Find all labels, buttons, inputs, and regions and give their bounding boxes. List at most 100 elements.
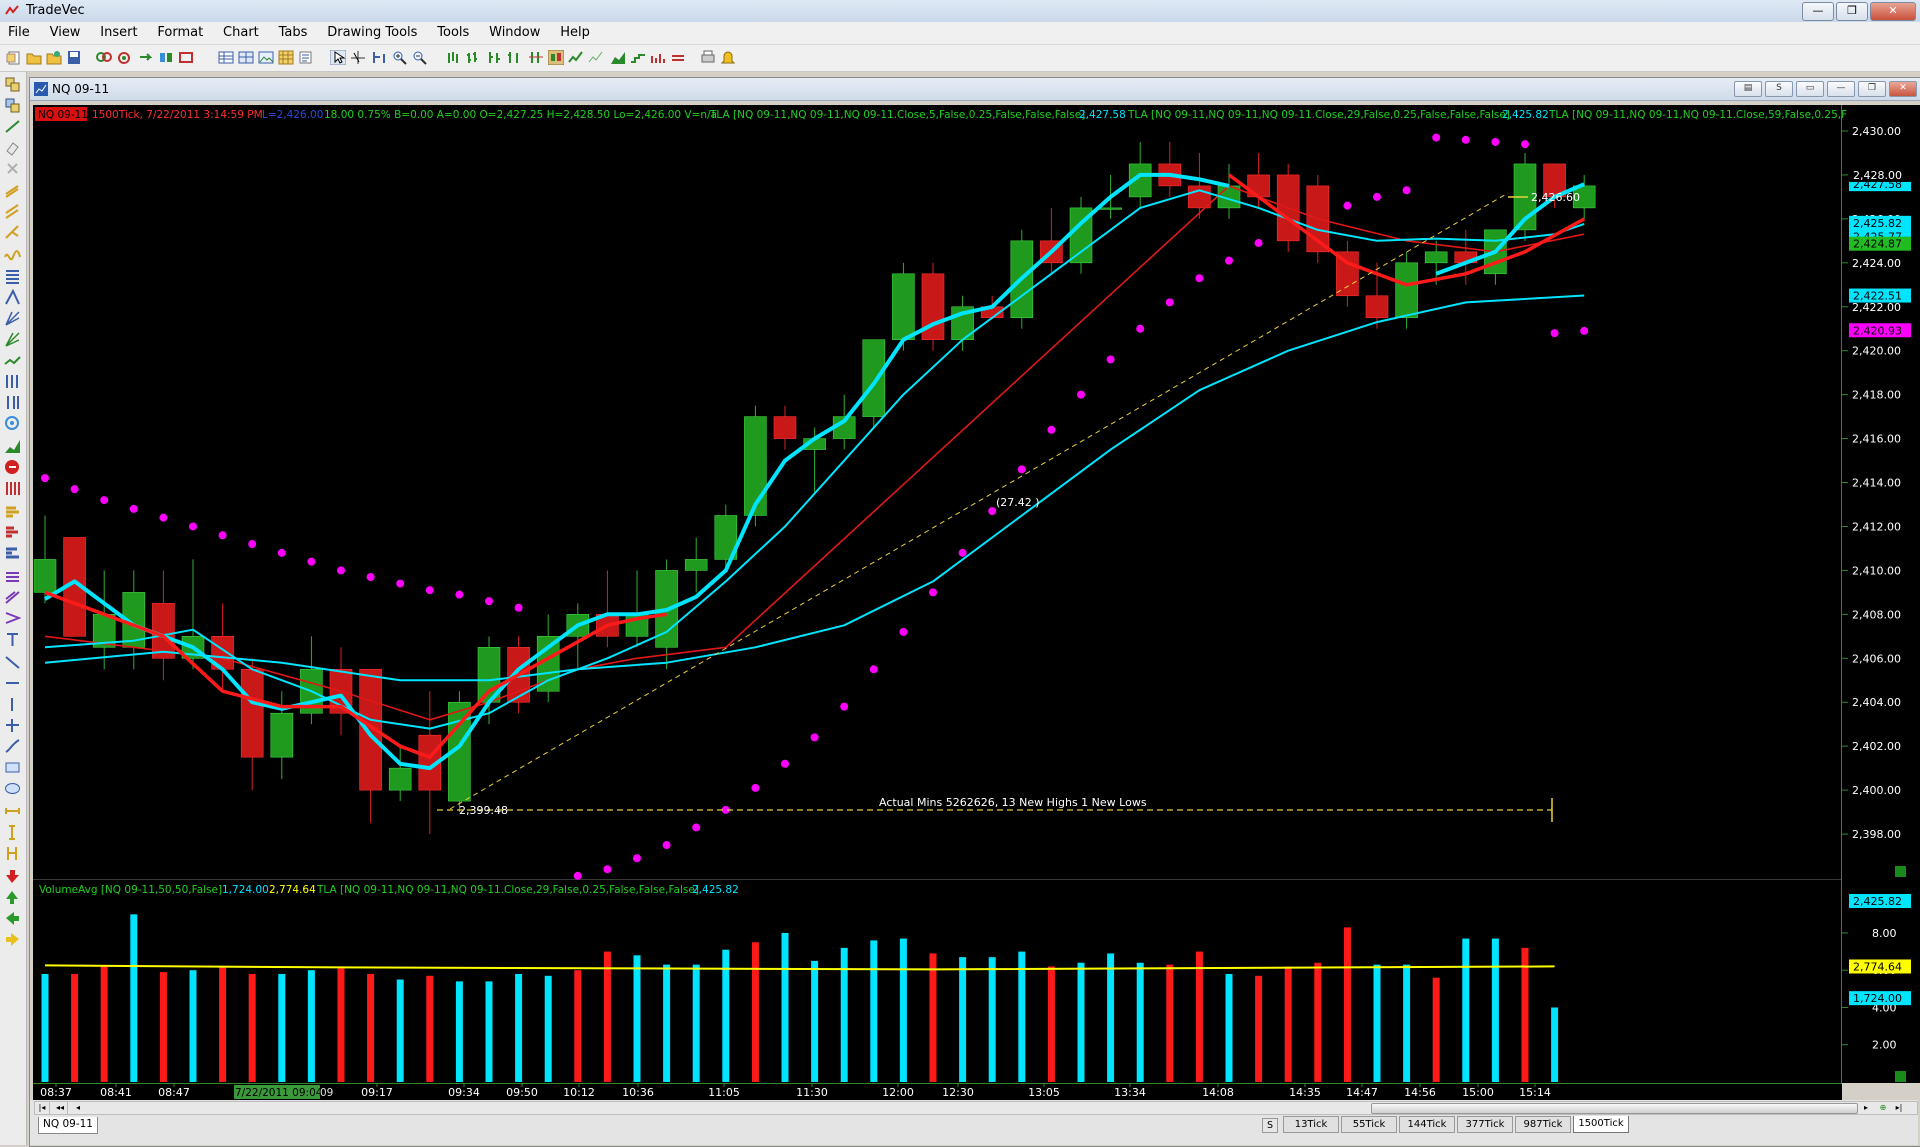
psar-dot	[1550, 329, 1559, 338]
interval-tabs: 13Tick 55Tick 144Tick 377Tick 987Tick 15…	[1283, 1116, 1629, 1133]
price-axis-label: 2,406.00	[1852, 652, 1901, 665]
volume-bar	[1551, 1007, 1559, 1082]
volume-bar	[929, 953, 937, 1082]
high-marker-label: 2,426.60	[1531, 191, 1580, 204]
time-axis-label: 08:41	[100, 1086, 132, 1099]
time-axis-label: 15:00	[1462, 1086, 1494, 1099]
volume-bar	[1136, 962, 1144, 1082]
trend-length-label: (27.42 )	[996, 496, 1040, 509]
volume-bar	[1403, 964, 1411, 1082]
tla-slow-label: TLA [NQ 09-11,NQ 09-11,NQ 09-11.Close,29…	[1127, 109, 1510, 121]
psar-dot	[189, 522, 197, 531]
candle-body	[240, 668, 264, 758]
price-pane[interactable]	[33, 105, 1842, 879]
candle-body	[1188, 185, 1211, 209]
psar-dot	[159, 513, 168, 522]
volume-bar	[189, 970, 197, 1082]
price-tag: 2,428.00	[1853, 169, 1902, 182]
horizontal-scrollbar[interactable]: |◂ ◂◂ ◂ ▸ ⊕ ▸|	[34, 1101, 1918, 1115]
volume-axis-label: 2.00	[1872, 1039, 1897, 1052]
price-tag: 2,425.82	[1853, 217, 1902, 230]
volume-bar	[870, 940, 878, 1082]
volume-expand-icon[interactable]	[1895, 1071, 1906, 1082]
volume-tag: 2,774.64	[1853, 960, 1902, 973]
tabs-s-button[interactable]: S	[1262, 1118, 1278, 1133]
volume-bar	[1225, 973, 1233, 1082]
psar-dot	[840, 702, 849, 711]
tab-144tick[interactable]: 144Tick	[1399, 1116, 1455, 1133]
scroll-first-button[interactable]: |◂	[35, 1102, 50, 1114]
volume-bar	[663, 964, 671, 1082]
price-axis-label: 2,422.00	[1852, 301, 1901, 314]
psar-dot	[899, 627, 908, 636]
zoom-plus-icon[interactable]: ⊕	[1877, 1102, 1889, 1114]
volume-bar	[455, 981, 463, 1082]
tab-1500tick[interactable]: 1500Tick	[1573, 1116, 1629, 1133]
volume-tla-label: TLA [NQ 09-11,NQ 09-11,NQ 09-11.Close,29…	[316, 884, 699, 896]
scroll-right-button[interactable]: ▸	[1861, 1102, 1871, 1114]
volume-bar	[130, 914, 138, 1082]
volume-bar	[1255, 975, 1263, 1082]
scroll-left-button[interactable]: ◂	[73, 1102, 83, 1114]
psar-dot	[1017, 465, 1026, 474]
tla-long-label: TLA [NQ 09-11,NQ 09-11,NQ 09-11.Close,59…	[1548, 109, 1847, 121]
time-axis-label: 09:17	[361, 1086, 393, 1099]
time-axis-label: 08:47	[158, 1086, 190, 1099]
scroll-last-button[interactable]: ▸|	[1893, 1102, 1905, 1114]
psar-dot	[662, 841, 671, 850]
volume-bar	[515, 973, 523, 1082]
price-axis-label: 2,408.00	[1852, 608, 1901, 621]
price-axis-label: 2,404.00	[1852, 696, 1901, 709]
psar-dot	[958, 548, 967, 557]
psar-dot	[1521, 140, 1529, 149]
volume-bar	[248, 973, 256, 1082]
psar-dot	[41, 474, 49, 483]
candle-body	[684, 559, 708, 571]
volume-bar	[71, 973, 79, 1082]
volume-tag: 1,724.00	[1853, 992, 1902, 1005]
volume-bar	[1077, 962, 1085, 1082]
volume-avg-value-1: 1,724.00	[222, 884, 269, 896]
pane-expand-icon[interactable]	[1895, 866, 1906, 877]
volume-bar	[159, 972, 167, 1082]
psar-dot	[1432, 133, 1441, 142]
psar-dot	[218, 531, 227, 540]
time-cursor-date: 7/22/2011 09:04	[235, 1087, 323, 1099]
tab-987tick[interactable]: 987Tick	[1515, 1116, 1571, 1133]
price-chart[interactable]: 2,430.002,428.002,426.002,424.002,422.00…	[0, 0, 1920, 1145]
time-axis-label: 09:50	[506, 1086, 538, 1099]
tla-fast-value: 2,427.58	[1079, 109, 1126, 121]
ohlc-stats: 18.00 0.75% B=0.00 A=0.00 O=2,427.25 H=2…	[324, 109, 717, 121]
volume-bar	[574, 970, 582, 1082]
time-axis-label: 14:08	[1202, 1086, 1234, 1099]
tab-377tick[interactable]: 377Tick	[1457, 1116, 1513, 1133]
volume-bar	[751, 942, 759, 1082]
psar-dot	[1402, 186, 1411, 195]
scroll-prev-page-button[interactable]: ◂◂	[53, 1102, 68, 1114]
psar-dot	[396, 579, 405, 588]
candle-body	[773, 416, 797, 439]
volume-tla-value: 2,425.82	[692, 884, 739, 896]
scroll-thumb[interactable]	[1371, 1103, 1858, 1114]
price-axis-label: 2,402.00	[1852, 740, 1901, 753]
time-axis-label: 13:34	[1114, 1086, 1146, 1099]
psar-dot	[337, 566, 345, 575]
volume-bar	[1195, 951, 1203, 1082]
volume-bar	[781, 932, 789, 1082]
volume-bar	[219, 966, 227, 1082]
psar-dot	[751, 783, 760, 792]
symbol-tab[interactable]: NQ 09-11	[38, 1117, 98, 1134]
volume-avg-value-2: 2,774.64	[269, 884, 316, 896]
volume-bar	[1047, 966, 1055, 1082]
time-axis-label: 12:30	[942, 1086, 974, 1099]
price-tag: 2,420.93	[1853, 324, 1902, 337]
tab-13tick[interactable]: 13Tick	[1283, 1116, 1339, 1133]
time-axis-label: 10:12	[563, 1086, 595, 1099]
volume-bar	[1491, 938, 1499, 1082]
psar-dot	[1461, 135, 1470, 144]
volume-bar	[307, 970, 315, 1082]
tab-55tick[interactable]: 55Tick	[1341, 1116, 1397, 1133]
volume-pane[interactable]	[33, 880, 1842, 1083]
volume-bar	[1314, 962, 1322, 1082]
psar-dot	[1077, 390, 1085, 399]
